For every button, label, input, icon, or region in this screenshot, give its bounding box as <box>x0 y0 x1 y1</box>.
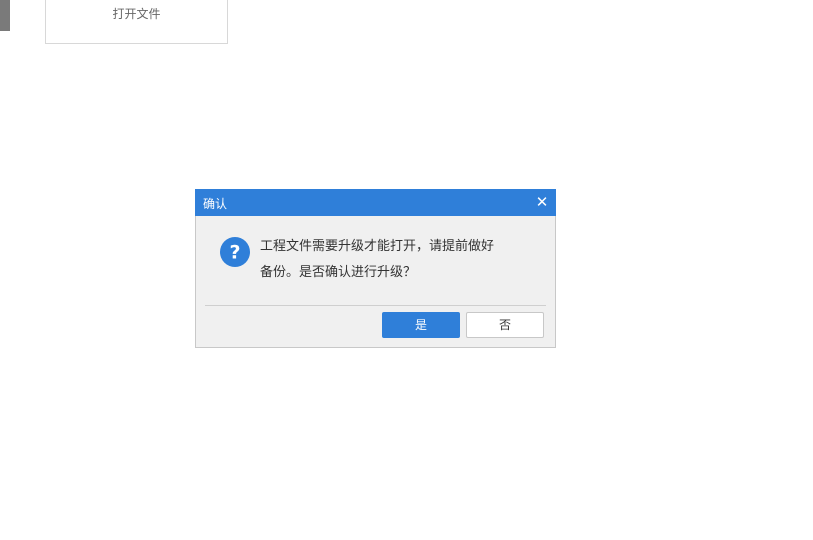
close-icon[interactable]: ✕ <box>532 192 552 212</box>
svg-text:?: ? <box>229 242 240 264</box>
page: 打开文件 确认 ✕ ? 工程文件需要升级才能打开，请提前做好 备份。是否确认进行… <box>0 0 813 540</box>
dialog-divider <box>205 305 546 306</box>
confirm-dialog: 确认 ✕ ? 工程文件需要升级才能打开，请提前做好 备份。是否确认进行升级？ 是… <box>195 189 556 348</box>
dialog-titlebar: 确认 ✕ <box>195 189 556 216</box>
dialog-message: 工程文件需要升级才能打开，请提前做好 备份。是否确认进行升级？ <box>260 239 495 280</box>
question-icon: ? <box>220 237 250 267</box>
open-file-card[interactable]: 打开文件 <box>45 0 228 44</box>
dialog-title: 确认 <box>203 197 228 211</box>
window-edge-strip <box>0 0 10 31</box>
yes-button[interactable]: 是 <box>382 312 460 338</box>
open-file-label: 打开文件 <box>112 7 161 21</box>
no-button[interactable]: 否 <box>466 312 544 338</box>
